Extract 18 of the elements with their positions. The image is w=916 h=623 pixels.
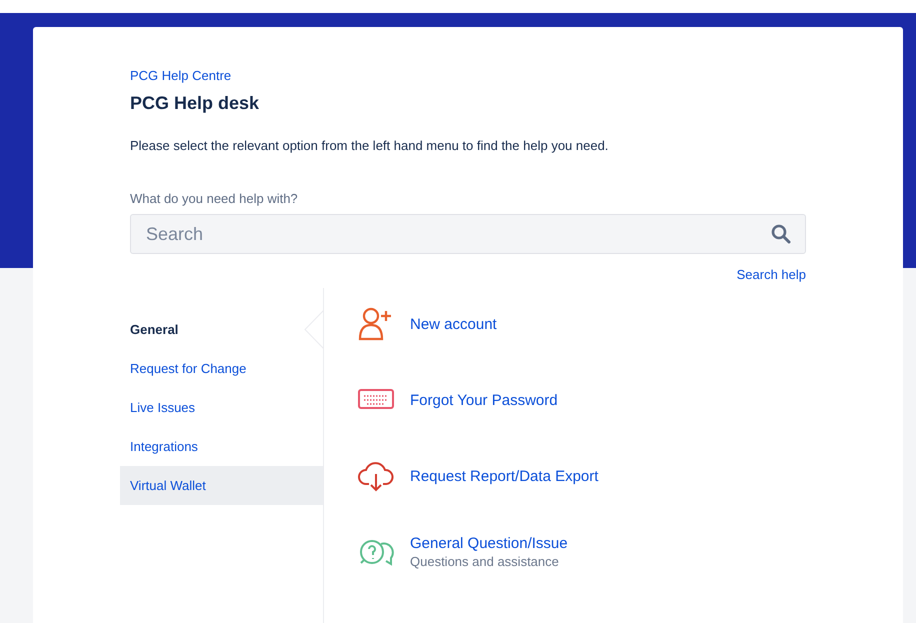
search-input[interactable]: Search bbox=[146, 224, 771, 244]
search-icon[interactable] bbox=[771, 224, 791, 244]
page-title: PCG Help desk bbox=[130, 93, 260, 114]
sidebar-item[interactable]: Virtual Wallet bbox=[120, 466, 323, 505]
search-help-link[interactable]: Search help bbox=[736, 267, 806, 282]
sidebar-item[interactable]: General bbox=[120, 310, 323, 349]
request-type-link[interactable]: Forgot Your Password bbox=[410, 392, 558, 408]
request-type-link[interactable]: Request Report/Data Export bbox=[410, 468, 598, 484]
request-type-link[interactable]: General Question/Issue bbox=[410, 535, 568, 552]
breadcrumb-link[interactable]: PCG Help Centre bbox=[130, 68, 232, 83]
request-type-link[interactable]: New account bbox=[410, 316, 497, 332]
request-type-description: Questions and assistance bbox=[410, 554, 560, 569]
sidebar-item[interactable]: Request for Change bbox=[120, 349, 323, 388]
page-description: Please select the relevant option from the left hand menu to find the help you need. bbox=[130, 138, 610, 153]
search-label: What do you need help with? bbox=[130, 191, 298, 206]
search-field[interactable]: Search bbox=[130, 214, 806, 254]
sidebar-item[interactable]: Integrations bbox=[120, 427, 323, 466]
sidebar-item[interactable]: Live Issues bbox=[120, 388, 323, 427]
